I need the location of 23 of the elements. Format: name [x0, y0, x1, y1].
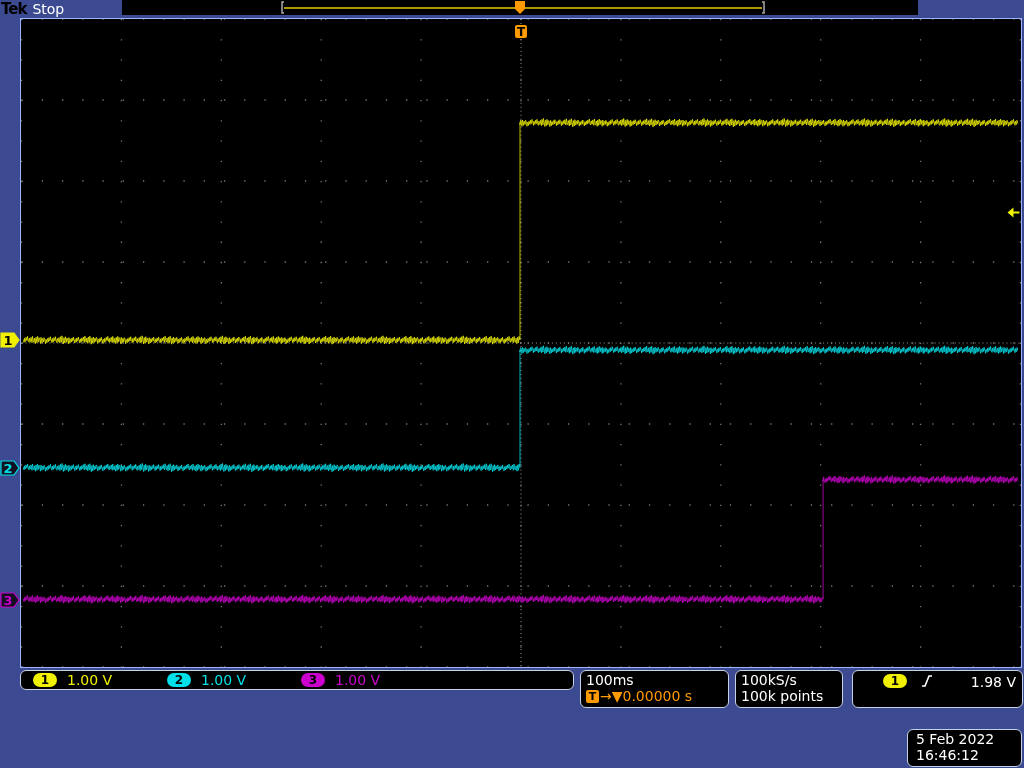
trigger-level: 1.98 V	[970, 674, 1016, 690]
channel-badge: 3	[301, 673, 325, 687]
vertical-scale: 1.00 V	[335, 672, 381, 688]
channel-marker[interactable]: 1	[0, 332, 20, 348]
horizontal-position: →▼0.00000 s	[600, 688, 693, 704]
acquisition-status: Stop	[32, 1, 65, 17]
trigger-level-arrow-icon	[1007, 207, 1020, 218]
vertical-scale: 1.00 V	[201, 672, 247, 688]
channel-badge: 2	[167, 673, 191, 687]
channel-badge: 1	[33, 673, 57, 687]
record-length: 100k points	[741, 688, 825, 704]
time-text: 16:46:12	[916, 747, 980, 763]
trigger-position-marker: T	[515, 24, 527, 39]
trigger-position-badge: T	[586, 689, 599, 703]
sample-rate: 100kS/s	[741, 672, 798, 688]
vertical-scale: 1.00 V	[67, 672, 113, 688]
channel-marker[interactable]: 3	[0, 592, 20, 608]
horizontal-scale: 100ms	[586, 672, 635, 688]
rising-edge-icon	[921, 674, 933, 688]
trigger-source-badge: 1	[883, 674, 907, 688]
channel-marker[interactable]: 2	[0, 460, 20, 476]
date-text: 5 Feb 2022	[916, 731, 996, 747]
brand-logo: Tek	[0, 0, 27, 18]
